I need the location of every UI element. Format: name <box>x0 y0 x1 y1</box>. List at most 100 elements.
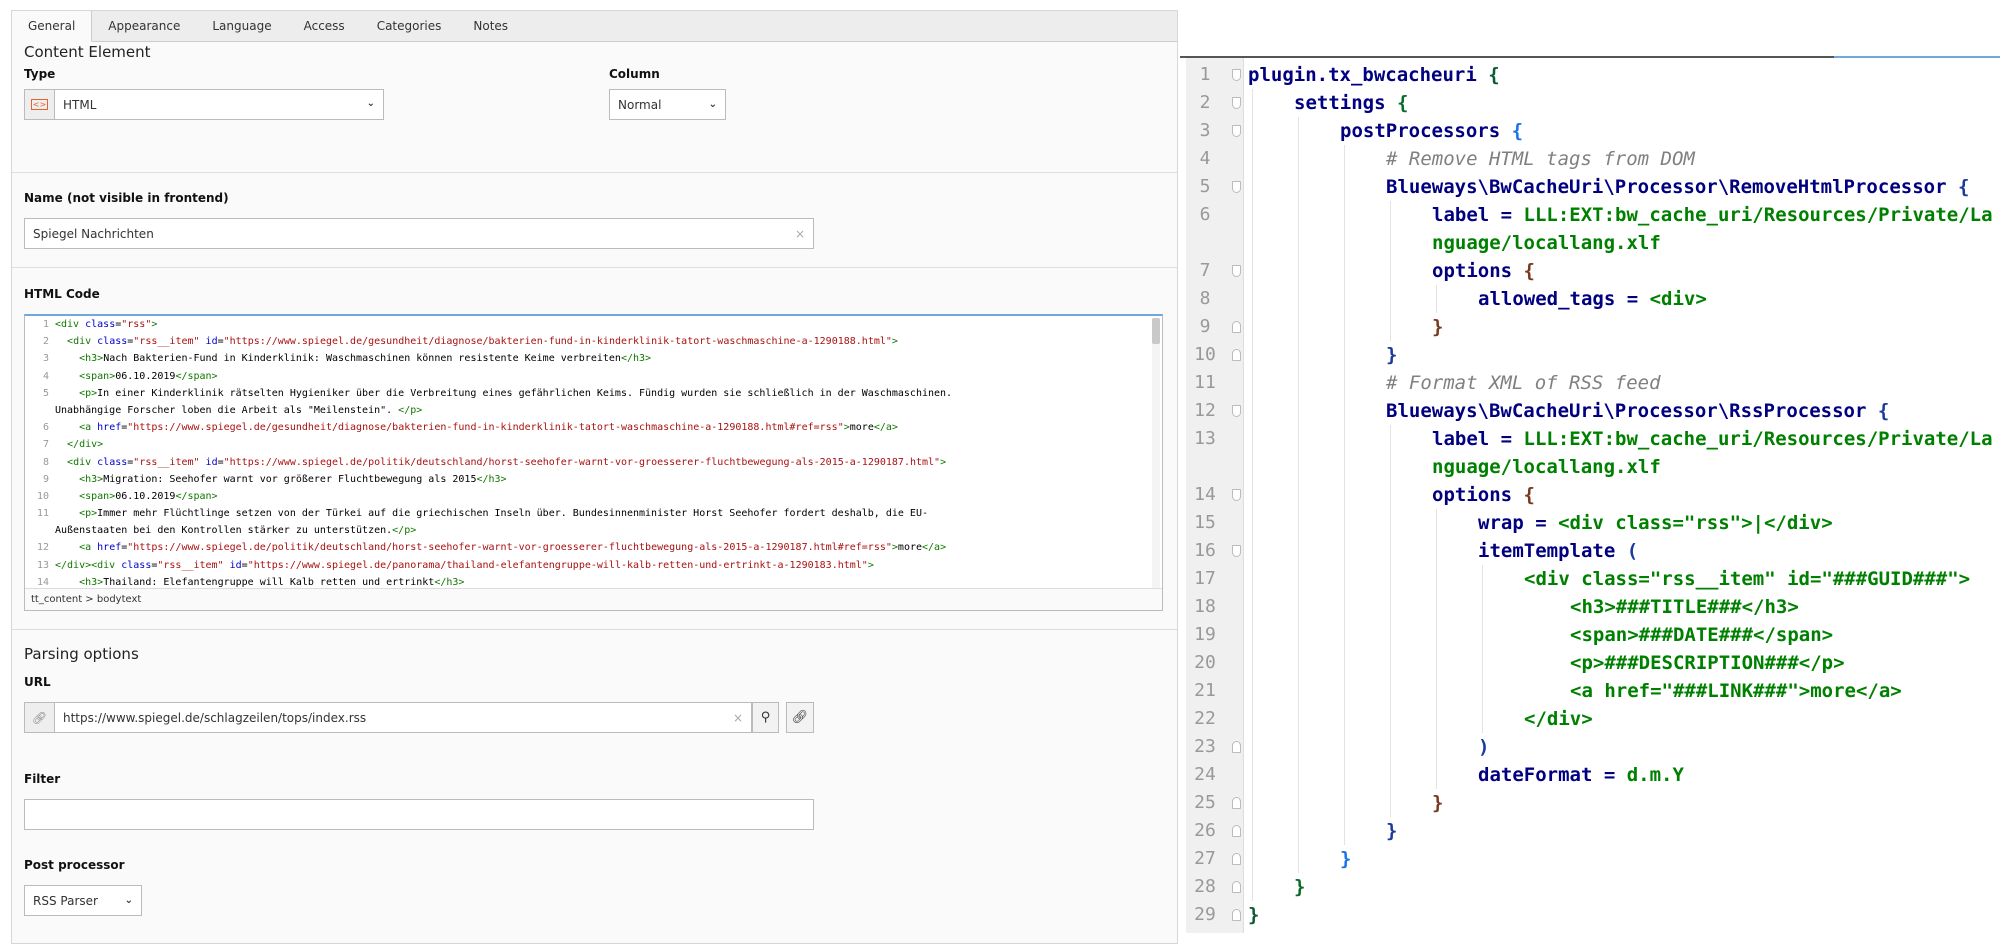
indent-guide <box>1252 89 1253 901</box>
code-token: </h3> <box>620 353 652 365</box>
code-token: label <box>1432 204 1501 226</box>
code-line: 2 <div class="rss__item" id="https://www… <box>25 333 1151 350</box>
code-token: <a href="###LINK###">more</a> <box>1570 680 1902 702</box>
fold-toggle-icon[interactable] <box>1232 909 1241 921</box>
tab-access[interactable]: Access <box>288 11 361 41</box>
code-token: { <box>1523 260 1535 282</box>
fold-toggle-icon[interactable] <box>1232 349 1241 361</box>
code-line: 9 <h3>Migration: Seehofer warnt vor größ… <box>25 471 1151 488</box>
fold-toggle-icon[interactable] <box>1232 825 1241 837</box>
code-token: <div> <box>1649 288 1707 310</box>
tab-bar: General Appearance Language Access Categorie… <box>12 11 1177 42</box>
line-number: 8 <box>42 456 49 468</box>
line-number: 20 <box>1194 652 1216 673</box>
fold-toggle-icon[interactable] <box>1232 69 1241 81</box>
fold-toggle-icon[interactable] <box>1232 797 1241 809</box>
code-token: </p> <box>398 404 423 416</box>
code-line: 3 postProcessors { <box>1180 117 2000 145</box>
line-number: 26 <box>1194 820 1216 841</box>
fold-toggle-icon[interactable] <box>1232 545 1241 557</box>
code-line: 12 Blueways\BwCacheUri\Processor\RssProce… <box>1180 397 2000 425</box>
code-token: = <box>1500 204 1524 226</box>
line-number: 14 <box>36 576 49 588</box>
link-wizard-icon: ⚲ <box>760 710 771 725</box>
code-token: allowed_tags <box>1478 288 1627 310</box>
line-number: 1 <box>1199 64 1211 85</box>
line-number: 13 <box>1194 428 1216 449</box>
code-token: "https://www.spiegel.de/politik/deutschl… <box>223 456 941 468</box>
line-number: 5 <box>42 387 49 399</box>
code-token: Immer mehr Flüchtlinge setzen von der Tü… <box>97 508 928 520</box>
line-number: 6 <box>42 422 49 434</box>
link-button[interactable]: 🔗︎ <box>786 702 814 733</box>
code-token: </div><div <box>55 559 122 571</box>
url-input[interactable]: 🔗︎ https://www.spiegel.de/schlagzeilen/t… <box>24 702 752 733</box>
tab-language[interactable]: Language <box>196 11 287 41</box>
type-select[interactable]: <> HTML ⌄ <box>24 89 384 120</box>
clear-icon[interactable]: × <box>733 711 743 725</box>
fold-toggle-icon[interactable] <box>1232 265 1241 277</box>
link-browser-button[interactable]: ⚲ <box>752 702 779 733</box>
line-number <box>25 522 55 539</box>
line-number: 7 <box>42 439 49 451</box>
fold-toggle-icon[interactable] <box>1232 489 1241 501</box>
code-token: Nach Bakterien-Fund in Kinderklinik: Was… <box>103 353 621 365</box>
scrollbar[interactable] <box>1152 318 1160 588</box>
code-token: id <box>205 456 218 468</box>
clear-icon[interactable]: × <box>795 227 805 241</box>
code-token: <a <box>79 422 98 434</box>
code-token: options <box>1432 484 1524 506</box>
code-line: 21 <a href="###LINK###">more</a> <box>1180 677 2000 705</box>
code-token: { <box>1877 400 1890 422</box>
code-token: { <box>1957 176 1970 198</box>
code-line: 11 <p>Immer mehr Flüchtlinge setzen von … <box>25 505 1151 522</box>
fold-toggle-icon[interactable] <box>1232 741 1241 753</box>
code-token: } <box>1432 792 1444 814</box>
tab-categories[interactable]: Categories <box>361 11 458 41</box>
line-number: 1 <box>42 319 49 330</box>
html-code-editor[interactable]: 1 <div class="rss"> 2 <div class="rss__ite… <box>24 314 1163 611</box>
url-label: URL <box>24 675 51 689</box>
fold-toggle-icon[interactable] <box>1232 405 1241 417</box>
name-input[interactable]: Spiegel Nachrichten × <box>24 218 814 249</box>
code-token: <div <box>55 319 86 330</box>
code-token: label <box>1432 428 1501 450</box>
fold-toggle-icon[interactable] <box>1232 97 1241 109</box>
line-number: 29 <box>1194 904 1216 925</box>
typoscript-editor[interactable]: 1 plugin.tx_bwcacheuri {2 settings {3 postP… <box>1180 61 2000 929</box>
fold-toggle-icon[interactable] <box>1232 881 1241 893</box>
fold-toggle-icon[interactable] <box>1232 321 1241 333</box>
line-number: 16 <box>1194 540 1216 561</box>
fold-toggle-icon[interactable] <box>1232 181 1241 193</box>
scrollbar-thumb[interactable] <box>1152 318 1160 344</box>
section-title-parsing-options: Parsing options <box>24 645 139 663</box>
line-number: 4 <box>1199 148 1211 169</box>
code-token: d.m.Y <box>1626 764 1684 786</box>
post-processor-select[interactable]: RSS Parser ⌄ <box>24 885 142 916</box>
code-token: wrap <box>1478 512 1536 534</box>
code-token: settings <box>1294 92 1397 114</box>
line-number: 10 <box>36 490 49 502</box>
tab-notes[interactable]: Notes <box>457 11 524 41</box>
indent-guide <box>1390 425 1391 817</box>
line-number: 12 <box>1194 400 1216 421</box>
code-token: <p> <box>79 387 98 399</box>
code-area[interactable]: 1 <div class="rss"> 2 <div class="rss__ite… <box>25 316 1151 589</box>
code-token: </span> <box>175 370 218 382</box>
fold-toggle-icon[interactable] <box>1232 125 1241 137</box>
line-number: 3 <box>1199 120 1211 141</box>
tab-appearance[interactable]: Appearance <box>92 11 196 41</box>
code-token: 06.10.2019 <box>115 370 176 382</box>
line-number: 2 <box>42 336 49 348</box>
code-token: = <box>1535 512 1559 534</box>
code-token: href <box>97 542 122 554</box>
filter-input[interactable] <box>24 799 814 830</box>
chevron-down-icon: ⌄ <box>124 895 133 906</box>
code-line: 12 <a href="https://www.spiegel.de/polit… <box>25 539 1151 556</box>
fold-toggle-icon[interactable] <box>1232 853 1241 865</box>
code-token: = <box>1500 428 1524 450</box>
code-line: 1 plugin.tx_bwcacheuri { <box>1180 61 2000 89</box>
column-select[interactable]: Normal ⌄ <box>609 89 726 120</box>
tab-general[interactable]: General <box>12 11 93 42</box>
